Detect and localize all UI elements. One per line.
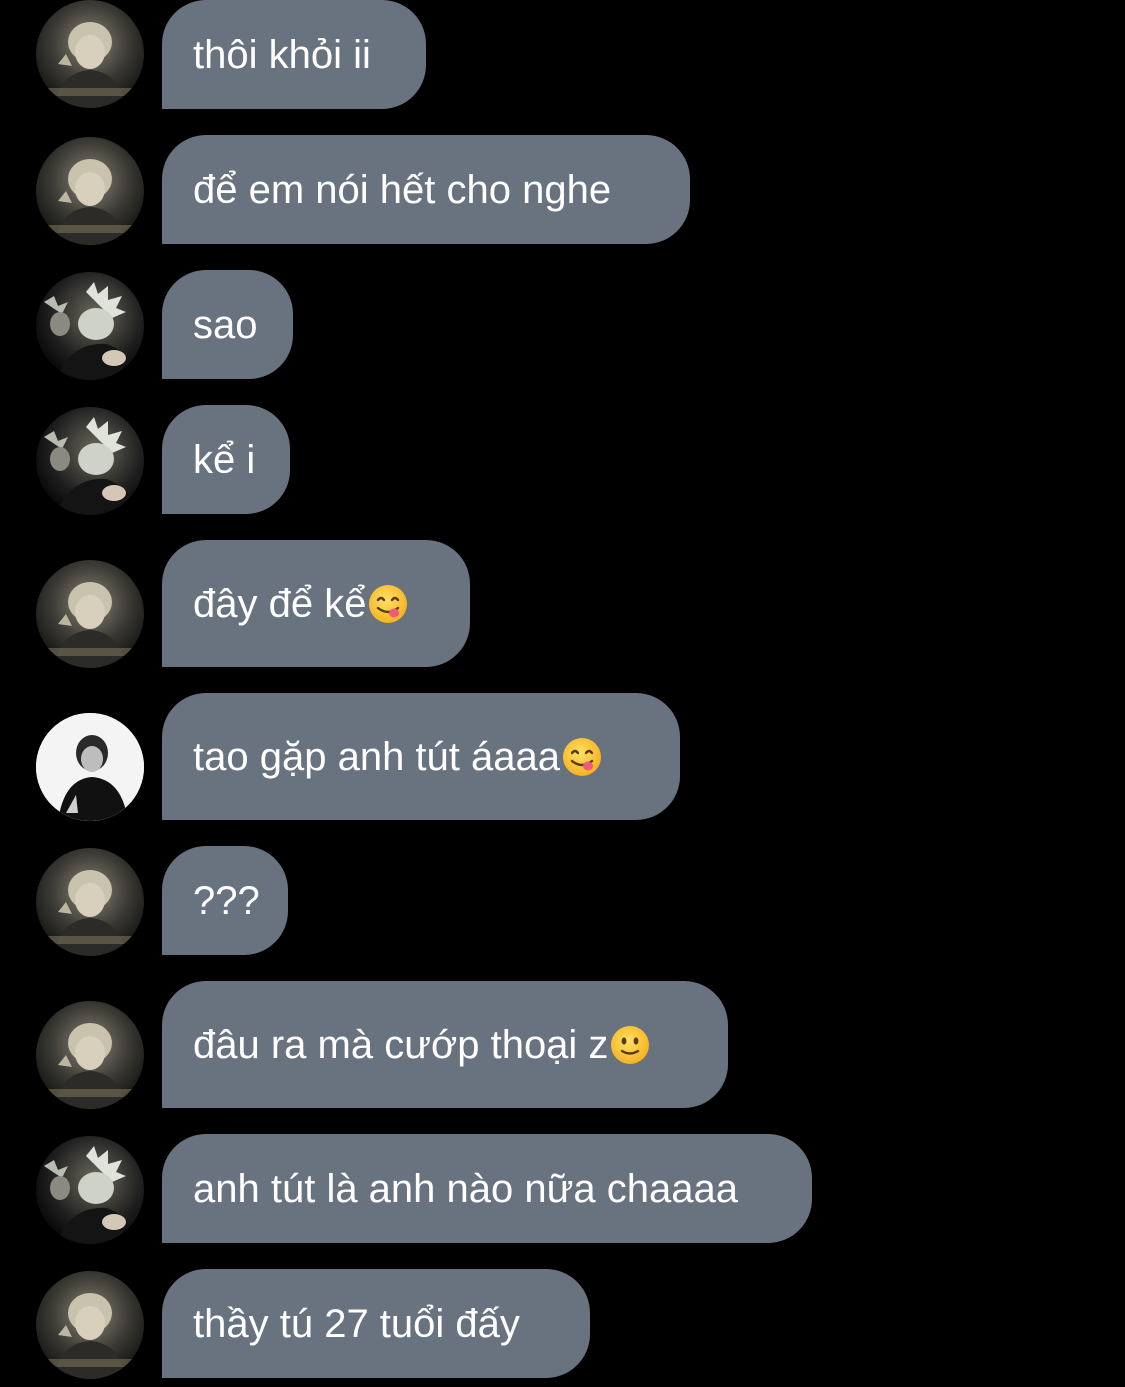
avatar-photo-a xyxy=(36,1271,144,1379)
avatar[interactable] xyxy=(36,407,144,515)
avatar-photo-a xyxy=(36,0,144,108)
message-bubble[interactable]: tao gặp anh tút áaaa xyxy=(162,693,680,820)
message-bubble[interactable]: đâu ra mà cướp thoại z xyxy=(162,981,728,1108)
avatar-photo-b xyxy=(36,1136,144,1244)
avatar[interactable] xyxy=(36,713,144,821)
message-bubble[interactable]: kể i xyxy=(162,405,290,514)
avatar[interactable] xyxy=(36,0,144,108)
message-text: kể i xyxy=(193,437,256,482)
message-text: sao xyxy=(193,302,258,347)
message-bubble[interactable]: đây để kể xyxy=(162,540,470,667)
avatar-photo-a xyxy=(36,560,144,668)
avatar[interactable] xyxy=(36,1001,144,1109)
avatar-photo-c xyxy=(36,713,144,821)
message-bubble[interactable]: thôi khỏi ii xyxy=(162,0,426,109)
avatar[interactable] xyxy=(36,137,144,245)
message-text: thôi khỏi ii xyxy=(193,32,371,77)
avatar-photo-b xyxy=(36,272,144,380)
message-text: để em nói hết cho nghe xyxy=(193,167,612,212)
message-text: đây để kể xyxy=(193,581,367,626)
face-savoring-food-emoji xyxy=(562,737,602,777)
avatar[interactable] xyxy=(36,848,144,956)
message-text: ??? xyxy=(193,878,260,923)
message-text: tao gặp anh tút áaaa xyxy=(193,734,560,779)
message-text: đâu ra mà cướp thoại z xyxy=(193,1022,609,1067)
slightly-smiling-face-emoji xyxy=(610,1025,650,1065)
avatar-photo-a xyxy=(36,848,144,956)
avatar[interactable] xyxy=(36,1271,144,1379)
avatar-photo-a xyxy=(36,137,144,245)
message-text: thầy tú 27 tuổi đấy xyxy=(193,1301,520,1346)
message-text: anh tút là anh nào nữa chaaaa xyxy=(193,1166,738,1211)
message-bubble[interactable]: ??? xyxy=(162,846,288,955)
avatar-photo-b xyxy=(36,407,144,515)
message-bubble[interactable]: anh tút là anh nào nữa chaaaa xyxy=(162,1134,812,1243)
avatar[interactable] xyxy=(36,560,144,668)
message-bubble[interactable]: sao xyxy=(162,270,293,379)
face-savoring-food-emoji xyxy=(368,584,408,624)
avatar[interactable] xyxy=(36,1136,144,1244)
avatar-photo-a xyxy=(36,1001,144,1109)
message-bubble[interactable]: thầy tú 27 tuổi đấy xyxy=(162,1269,590,1378)
message-bubble[interactable]: để em nói hết cho nghe xyxy=(162,135,690,244)
avatar[interactable] xyxy=(36,272,144,380)
